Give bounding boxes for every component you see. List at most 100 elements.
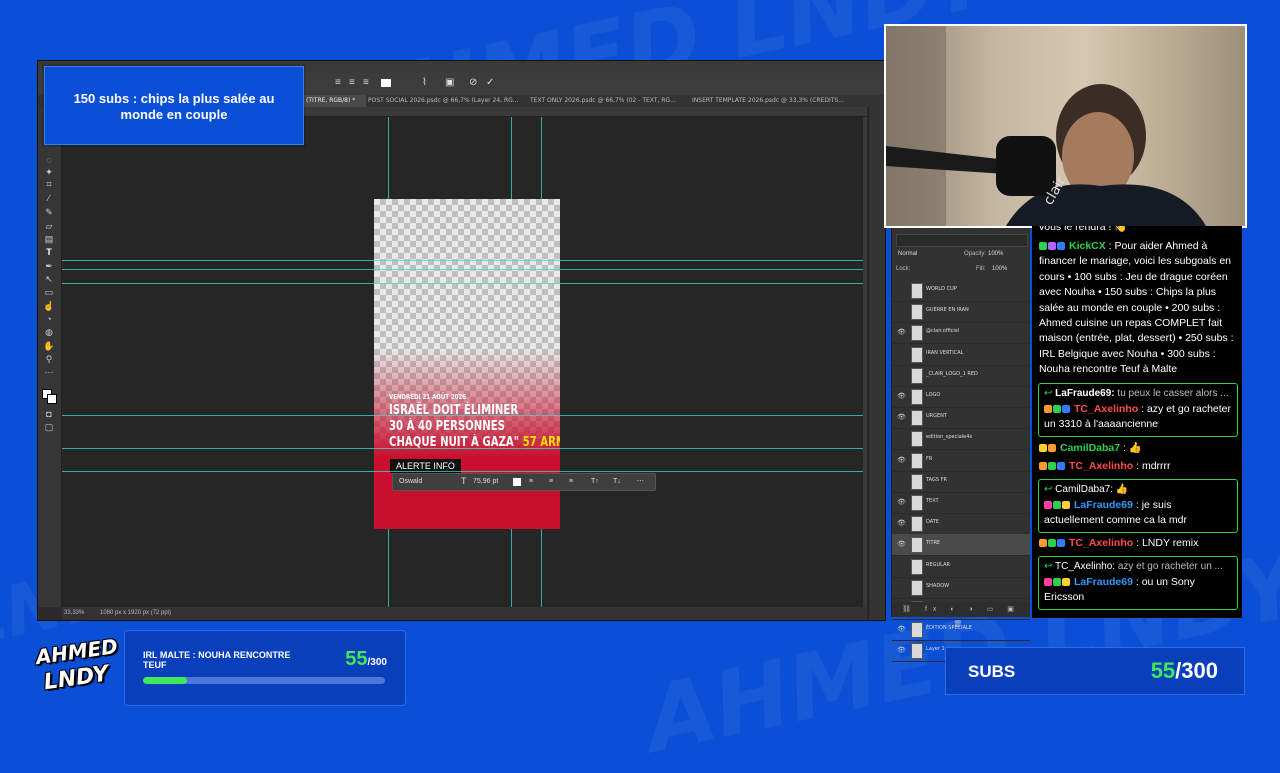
layer-row[interactable]: IRAN VERTICAL [892,344,1030,366]
chat-username[interactable]: LaFraude69 [1074,499,1133,511]
increase-size-button[interactable]: T↑ [591,477,599,487]
zoom-tool-icon[interactable]: ⚲ [43,354,55,364]
shape-tool-icon[interactable]: ▭ [43,287,55,297]
visibility-eye-icon[interactable]: 👁 [897,392,906,400]
align-center-icon[interactable]: ≡ [349,78,359,88]
layer-name: GUERRE EN IRAN [926,307,969,314]
chat-reply-block: ↩ LaFraude69: tu peux le casser alors ..… [1038,383,1238,437]
screen-mode-icon[interactable]: ▢ [43,422,55,432]
layer-row[interactable]: 👁 TITRE [892,534,1030,557]
lasso-tool-icon[interactable]: ◌ [43,155,55,165]
layer-row[interactable]: 👁 @clair.officiel [892,322,1030,345]
canvas-area[interactable]: VENDREDI 21 AOÛT 2026 ISRAËL DOIT ÉLIMIN… [62,117,863,607]
reply-username[interactable]: TC_Axelinho: [1055,561,1115,572]
headline-line-2[interactable]: 30 À 40 PERSONNES [389,419,505,434]
path-select-icon[interactable]: ↖ [43,274,55,284]
chat-username[interactable]: CamilDaba7 [1060,442,1120,454]
align-center-button[interactable]: ≡ [549,477,553,487]
brush-tool-icon[interactable]: ✎ [43,207,55,217]
type-tool-icon[interactable]: T [43,247,55,257]
tab-current[interactable]: (TITRE, RGB/8) * [302,95,366,107]
layer-row[interactable]: _CLAIR_LOGO_1 RED [892,365,1030,387]
warp-text-icon[interactable]: ⌇ [422,78,432,88]
hand-tool-icon[interactable]: ✋ [43,341,55,351]
vertical-scrollbar[interactable] [863,117,867,607]
color-swatch[interactable] [381,79,391,87]
date-text[interactable]: VENDREDI 21 AOÛT 2026 [389,393,466,401]
layer-row[interactable]: SHADOW [892,577,1030,599]
eyedropper-icon[interactable]: ⁄ [43,193,55,203]
align-left-button[interactable]: ≡ [529,477,533,487]
guide-horizontal[interactable] [62,448,863,449]
text-color-swatch[interactable] [513,478,521,486]
crop-tool-icon[interactable]: ⌗ [43,179,55,189]
dodge-tool-icon[interactable]: ◔ [43,314,55,324]
layer-row[interactable]: 👁 URGENT [892,407,1030,430]
opacity-field[interactable]: 100% [988,251,1003,257]
guide-horizontal[interactable] [62,471,863,472]
layer-row[interactable]: 👁 TEXT [892,492,1030,514]
sponge-tool-icon[interactable]: ◍ [43,327,55,337]
layers-panel: Normal Opacity: 100% Lock: Fill: 100% WO… [891,228,1030,663]
visibility-eye-icon[interactable]: 👁 [897,540,906,548]
layer-thumbnail [911,516,923,533]
chat-username[interactable]: LaFraude69 [1074,576,1133,588]
blend-mode-select[interactable]: Normal [898,251,917,257]
layer-row[interactable]: TAGS FR [892,471,1030,493]
more-options-icon[interactable]: ⋯ [637,477,644,487]
cancel-icon[interactable]: ⊘ [469,78,479,88]
visibility-eye-icon[interactable]: 👁 [897,413,906,421]
guide-horizontal[interactable] [62,283,863,284]
chat-message: TC_Axelinho : LNDY remix [1039,536,1237,551]
chat-username[interactable]: TC_Axelinho [1074,403,1138,415]
chat-username[interactable]: TC_Axelinho [1069,460,1133,472]
visibility-eye-icon[interactable]: 👁 [897,646,906,654]
layer-row[interactable]: REGULAR [892,556,1030,578]
gradient-tool-icon[interactable]: ▤ [43,234,55,244]
layer-row[interactable]: WORLD CUP [892,280,1030,302]
tab-post-social[interactable]: POST SOCIAL 2026.psdc @ 66,7% (Layer 24,… [364,95,528,107]
layer-row[interactable]: 👁 FR [892,450,1030,472]
panels-icon[interactable]: ▣ [445,78,455,88]
magic-wand-icon[interactable]: ✦ [43,167,55,177]
pen-tool-icon[interactable]: ✒ [43,261,55,271]
visibility-eye-icon[interactable]: 👁 [897,456,906,464]
font-size-field[interactable]: 75,96 pt [473,477,498,487]
layer-row[interactable]: 👁 LOGO [892,386,1030,408]
tab-insert-template[interactable]: INSERT TEMPLATE 2026.psdc @ 33,3% (CREDI… [688,95,852,107]
chat-username[interactable]: TC_Axelinho [1069,537,1133,549]
chat-text: LNDY remix [1141,537,1199,549]
reply-username[interactable]: LaFraude69: [1055,388,1114,399]
reply-username[interactable]: CamilDaba7: [1055,484,1113,495]
guide-horizontal[interactable] [62,260,863,261]
visibility-eye-icon[interactable]: 👁 [897,625,906,633]
tab-text-only[interactable]: TEXT ONLY 2026.psdc @ 66,7% (02 - TEXT, … [526,95,690,107]
layer-name: WORLD CUP [926,286,957,292]
eraser-tool-icon[interactable]: ▱ [43,221,55,231]
decrease-size-button[interactable]: T↓ [613,477,621,487]
align-left-icon[interactable]: ≡ [335,78,345,88]
layer-row[interactable]: 👁 DATE [892,513,1030,536]
more-tools-icon[interactable]: ⋯ [43,367,55,377]
fill-field[interactable]: 100% [992,266,1007,272]
align-right-icon[interactable]: ≡ [363,78,373,88]
align-right-button[interactable]: ≡ [569,477,573,487]
chat-username[interactable]: KickCX [1069,240,1106,252]
quick-mask-icon[interactable]: ◘ [43,409,55,419]
font-family-select[interactable]: Oswald [399,477,455,487]
layer-name: edition_speciale4x [926,434,973,441]
subs-total: /300 [1175,658,1218,683]
goal-progress-fill [143,677,188,684]
visibility-eye-icon[interactable]: 👁 [897,498,906,506]
commit-icon[interactable]: ✓ [486,78,496,88]
background-color-swatch[interactable] [47,394,57,404]
visibility-eye-icon[interactable]: 👁 [897,519,906,527]
layer-row[interactable]: GUERRE EN IRAN [892,301,1030,324]
guide-horizontal[interactable] [62,415,863,416]
visibility-eye-icon[interactable]: 👁 [897,328,906,336]
layers-search[interactable] [896,234,1028,247]
smudge-tool-icon[interactable]: ☝ [43,301,55,311]
guide-horizontal[interactable] [62,269,863,270]
zoom-level[interactable]: 33,33% [64,607,84,620]
layer-row[interactable]: edition_speciale4x [892,428,1030,451]
